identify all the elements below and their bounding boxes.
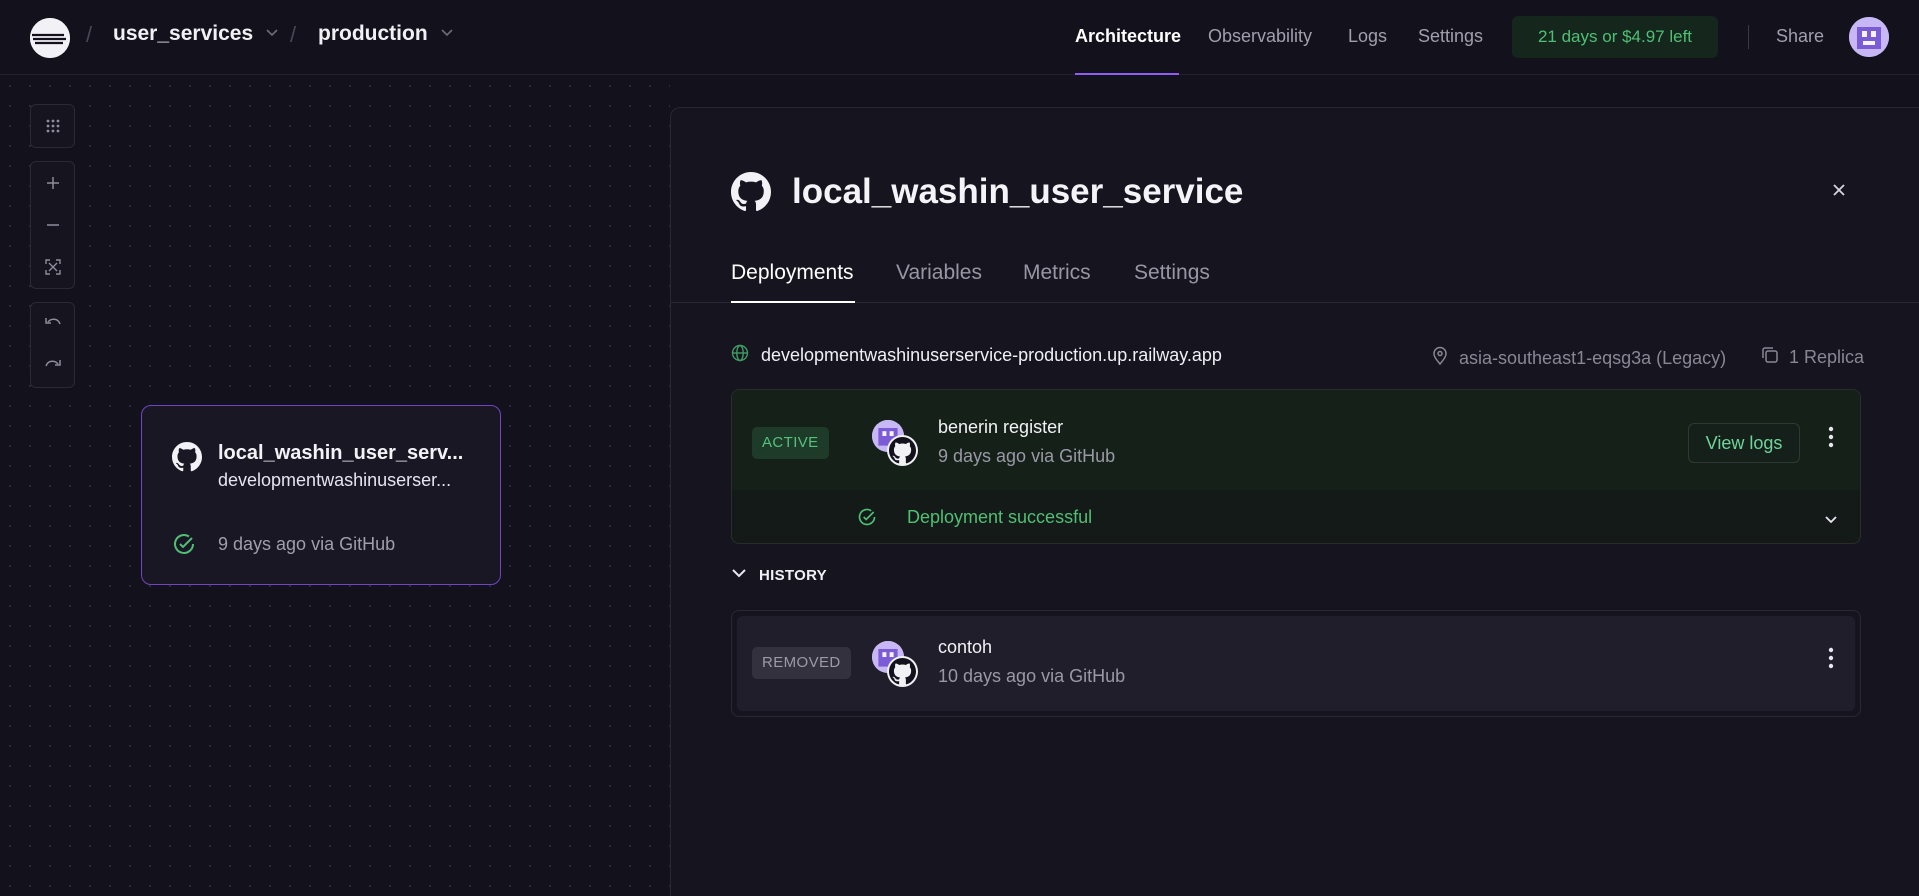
tab-metrics[interactable]: Metrics xyxy=(1023,261,1091,285)
nav-logs[interactable]: Logs xyxy=(1348,26,1387,47)
railway-logo-icon[interactable] xyxy=(30,18,70,58)
chevron-down-icon xyxy=(265,25,279,43)
github-icon xyxy=(172,442,202,477)
breadcrumb-separator: / xyxy=(290,22,297,47)
github-icon xyxy=(887,435,918,466)
trial-badge[interactable]: 21 days or $4.97 left xyxy=(1512,16,1718,58)
region-info: asia-southeast1-eqsg3a (Legacy) xyxy=(1431,346,1726,371)
location-pin-icon xyxy=(1431,346,1449,371)
globe-icon xyxy=(731,344,749,367)
region-label: asia-southeast1-eqsg3a (Legacy) xyxy=(1459,348,1727,368)
more-options-icon[interactable] xyxy=(1828,647,1834,675)
deployment-status: Deployment successful xyxy=(907,507,1093,527)
list-item[interactable]: REMOVED contoh 10 days ago via GitHub xyxy=(737,616,1855,711)
more-options-icon[interactable] xyxy=(1828,426,1834,454)
chevron-down-icon xyxy=(731,566,747,584)
canvas-toolbar-zoom xyxy=(30,161,75,289)
author-avatar xyxy=(872,420,918,466)
deployment-meta: 9 days ago via GitHub xyxy=(938,446,1116,466)
tab-settings[interactable]: Settings xyxy=(1134,261,1210,285)
top-bar: / user_services / production Architectur… xyxy=(0,0,1919,75)
active-tab-indicator xyxy=(731,301,855,303)
zoom-in-icon[interactable] xyxy=(31,162,74,204)
nav-observability[interactable]: Observability xyxy=(1208,26,1312,47)
chevron-down-icon[interactable] xyxy=(1824,512,1838,530)
nav-architecture[interactable]: Architecture xyxy=(1075,26,1181,47)
history-label: HISTORY xyxy=(759,566,827,584)
panel-title: local_washin_user_service xyxy=(792,172,1244,211)
github-icon xyxy=(731,172,771,217)
service-panel: local_washin_user_service Deployments Va… xyxy=(670,107,1919,896)
check-circle-icon xyxy=(172,532,196,561)
service-card[interactable]: local_washin_user_serv... developmentwas… xyxy=(141,405,501,585)
service-domain-link[interactable]: developmentwashinuserservice-production.… xyxy=(761,345,1222,366)
domain-row: developmentwashinuserservice-production.… xyxy=(731,344,1222,367)
project-name: user_services xyxy=(113,22,254,45)
fit-view-icon[interactable] xyxy=(31,246,74,288)
tab-variables[interactable]: Variables xyxy=(896,261,982,285)
service-card-title: local_washin_user_serv... xyxy=(218,442,464,464)
copy-icon xyxy=(1761,346,1779,369)
active-deployment-card[interactable]: ACTIVE benerin register 9 days ago via G… xyxy=(731,389,1861,544)
check-circle-icon xyxy=(857,507,877,532)
commit-message: contoh xyxy=(938,637,993,657)
environment-name: production xyxy=(318,22,428,45)
canvas-toolbar-grid xyxy=(30,104,75,148)
zoom-out-icon[interactable] xyxy=(31,204,74,246)
author-avatar xyxy=(872,641,918,687)
tab-deployments[interactable]: Deployments xyxy=(731,261,854,285)
github-icon xyxy=(887,656,918,687)
divider xyxy=(1748,25,1749,49)
close-icon[interactable] xyxy=(1831,178,1847,204)
share-button[interactable]: Share xyxy=(1776,26,1824,47)
status-badge: ACTIVE xyxy=(752,427,829,459)
redo-icon[interactable] xyxy=(31,345,74,387)
history-toggle[interactable]: HISTORY xyxy=(731,566,827,584)
user-avatar[interactable] xyxy=(1849,17,1889,57)
replica-count: 1 Replica xyxy=(1789,347,1865,367)
history-list: REMOVED contoh 10 days ago via GitHub xyxy=(731,610,1861,717)
breadcrumb-separator: / xyxy=(86,22,93,47)
view-logs-button[interactable]: View logs xyxy=(1688,423,1800,463)
service-card-status: 9 days ago via GitHub xyxy=(218,534,396,554)
architecture-canvas[interactable]: local_washin_user_serv... developmentwas… xyxy=(0,76,670,896)
status-badge: REMOVED xyxy=(752,647,851,679)
undo-icon[interactable] xyxy=(31,303,74,345)
nav-settings[interactable]: Settings xyxy=(1418,26,1483,47)
chevron-down-icon xyxy=(440,25,454,43)
deployment-meta: 10 days ago via GitHub xyxy=(938,666,1126,686)
grid-icon[interactable] xyxy=(31,105,74,147)
canvas-toolbar-history xyxy=(30,302,75,388)
commit-message: benerin register xyxy=(938,417,1064,437)
project-selector[interactable]: user_services xyxy=(113,22,279,46)
service-card-domain: developmentwashinuserser... xyxy=(218,470,452,490)
environment-selector[interactable]: production xyxy=(318,22,454,46)
tabs-divider xyxy=(671,302,1919,303)
active-nav-indicator xyxy=(1075,73,1179,75)
replica-info: 1 Replica xyxy=(1761,346,1864,369)
